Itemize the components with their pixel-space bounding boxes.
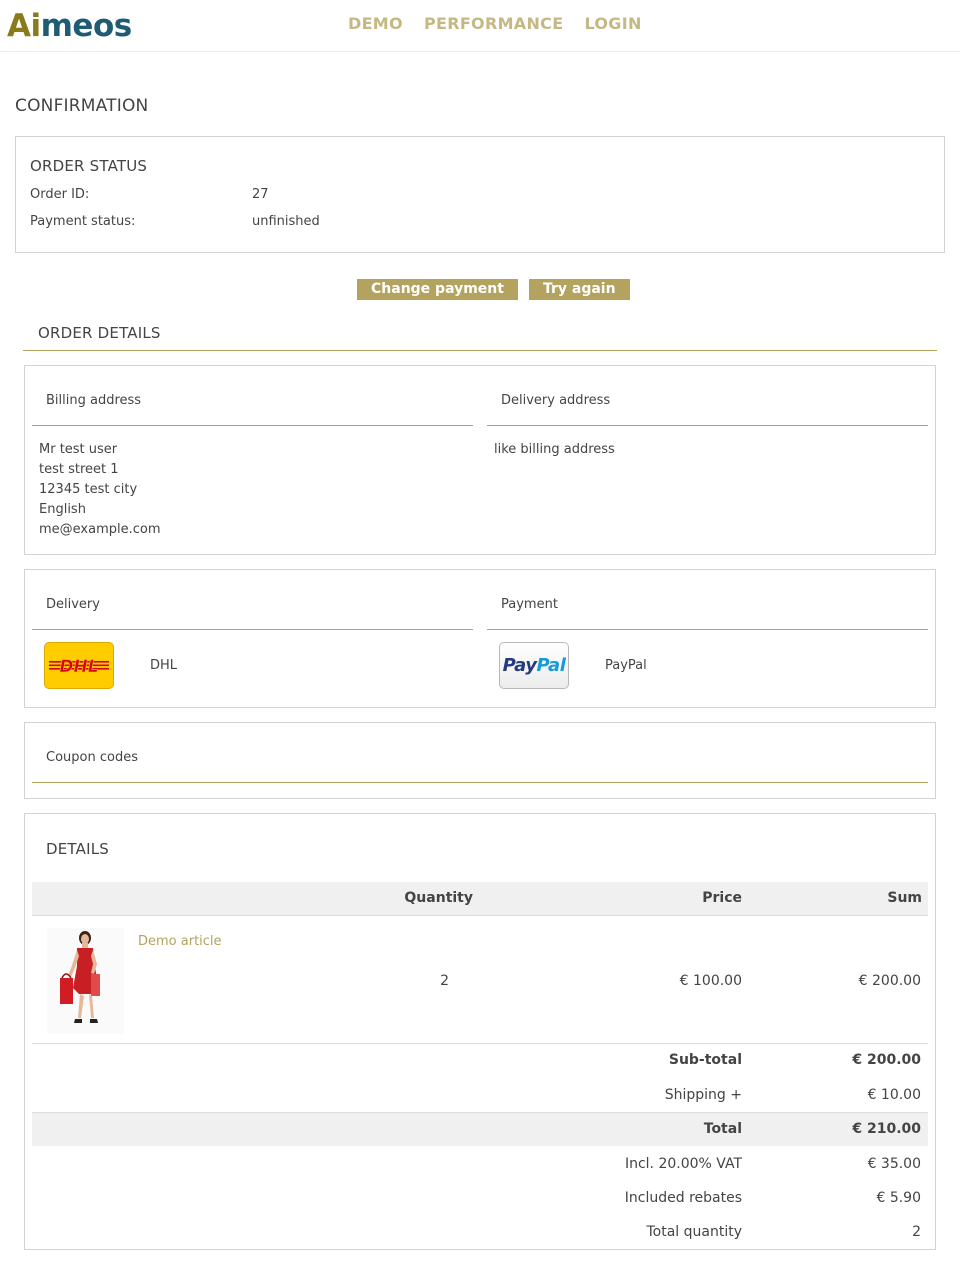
payment-title: Payment [501, 597, 558, 612]
subtotal-value: € 200.00 [852, 1052, 921, 1068]
paypal-logo-graphic: PayPal [503, 655, 566, 676]
order-details-title: ORDER DETAILS [38, 324, 161, 342]
delivery-name: DHL [150, 658, 178, 673]
coupon-header: Coupon codes [32, 723, 928, 783]
nav-performance[interactable]: PERFORMANCE [424, 14, 564, 33]
delivery-header: Delivery [32, 570, 473, 630]
try-again-button[interactable]: Try again [528, 279, 630, 300]
dhl-logo-text: DHL [59, 657, 98, 677]
payment-status-value: unfinished [252, 214, 320, 229]
product-photo-graphic [60, 931, 100, 1023]
main-nav: DEMO PERFORMANCE LOGIN [348, 14, 642, 33]
aimeos-logo[interactable]: Aimeos [7, 7, 132, 45]
product-quantity: 2 [440, 973, 449, 989]
shipping-value: € 10.00 [867, 1087, 921, 1103]
service-panel: Delivery Payment DHL DHL PayPal PayPal [24, 569, 936, 708]
paypal-logo-text-1: Pay [502, 655, 537, 676]
billing-street: test street 1 [39, 462, 119, 477]
dhl-logo-graphic: DHL [49, 656, 109, 677]
product-image[interactable] [47, 928, 124, 1034]
page-title: CONFIRMATION [15, 96, 149, 116]
billing-address-block: Mr test user test street 1 12345 test ci… [39, 440, 161, 540]
address-panel: Billing address Delivery address Mr test… [24, 365, 936, 555]
billing-address-header: Billing address [32, 366, 473, 426]
billing-language: English [39, 502, 86, 517]
column-quantity: Quantity [404, 890, 473, 906]
billing-name: Mr test user [39, 442, 118, 457]
vat-label: Incl. 20.00% VAT [624, 1156, 742, 1172]
shipping-label: Shipping + [664, 1087, 742, 1103]
delivery-address-text: like billing address [494, 442, 615, 457]
total-row: Total € 210.00 [32, 1112, 928, 1146]
order-id-label: Order ID: [30, 187, 90, 202]
order-status-box: ORDER STATUS Order ID: 27 Payment status… [15, 136, 945, 253]
delivery-address-title: Delivery address [501, 393, 611, 408]
billing-email: me@example.com [39, 522, 161, 537]
rebates-label: Included rebates [624, 1190, 742, 1206]
delivery-title: Delivery [46, 597, 100, 612]
subtotal-label: Sub-total [668, 1052, 742, 1068]
change-payment-button[interactable]: Change payment [357, 279, 518, 300]
delivery-address-header: Delivery address [487, 366, 928, 426]
rebates-value: € 5.90 [876, 1190, 921, 1206]
details-table-header: Quantity Price Sum [32, 882, 928, 916]
coupon-title: Coupon codes [46, 750, 138, 765]
logo-part-2: meos [40, 8, 133, 44]
dhl-logo-icon: DHL [44, 642, 114, 689]
column-price: Price [702, 890, 742, 906]
product-sum: € 200.00 [858, 973, 921, 989]
nav-login[interactable]: LOGIN [584, 14, 641, 33]
order-status-title: ORDER STATUS [30, 157, 148, 175]
product-name-link[interactable]: Demo article [138, 934, 222, 949]
details-title: DETAILS [46, 840, 109, 858]
logo-part-1: Ai [7, 8, 41, 44]
billing-city: 12345 test city [39, 482, 138, 497]
product-price: € 100.00 [679, 973, 742, 989]
payment-header: Payment [487, 570, 928, 630]
column-sum: Sum [887, 890, 922, 906]
delivery-address-block: like billing address [494, 440, 615, 460]
paypal-logo-icon: PayPal [499, 642, 569, 689]
order-details-heading: ORDER DETAILS [23, 318, 937, 351]
details-panel: DETAILS Quantity Price Sum Demo article … [24, 813, 936, 1250]
coupon-panel: Coupon codes [24, 722, 936, 799]
total-quantity-label: Total quantity [646, 1224, 742, 1240]
paypal-logo-text-2: Pal [536, 655, 566, 676]
product-separator [32, 1043, 928, 1044]
billing-address-title: Billing address [46, 393, 142, 408]
payment-name: PayPal [605, 658, 647, 673]
payment-status-label: Payment status: [30, 214, 136, 229]
total-quantity-value: 2 [912, 1224, 921, 1240]
top-bar: Aimeos DEMO PERFORMANCE LOGIN [0, 0, 960, 52]
order-id-value: 27 [252, 187, 269, 202]
total-value: € 210.00 [852, 1121, 921, 1137]
order-actions: Change payment Try again [357, 279, 630, 300]
total-label: Total [703, 1121, 742, 1137]
vat-value: € 35.00 [867, 1156, 921, 1172]
nav-demo[interactable]: DEMO [348, 14, 403, 33]
